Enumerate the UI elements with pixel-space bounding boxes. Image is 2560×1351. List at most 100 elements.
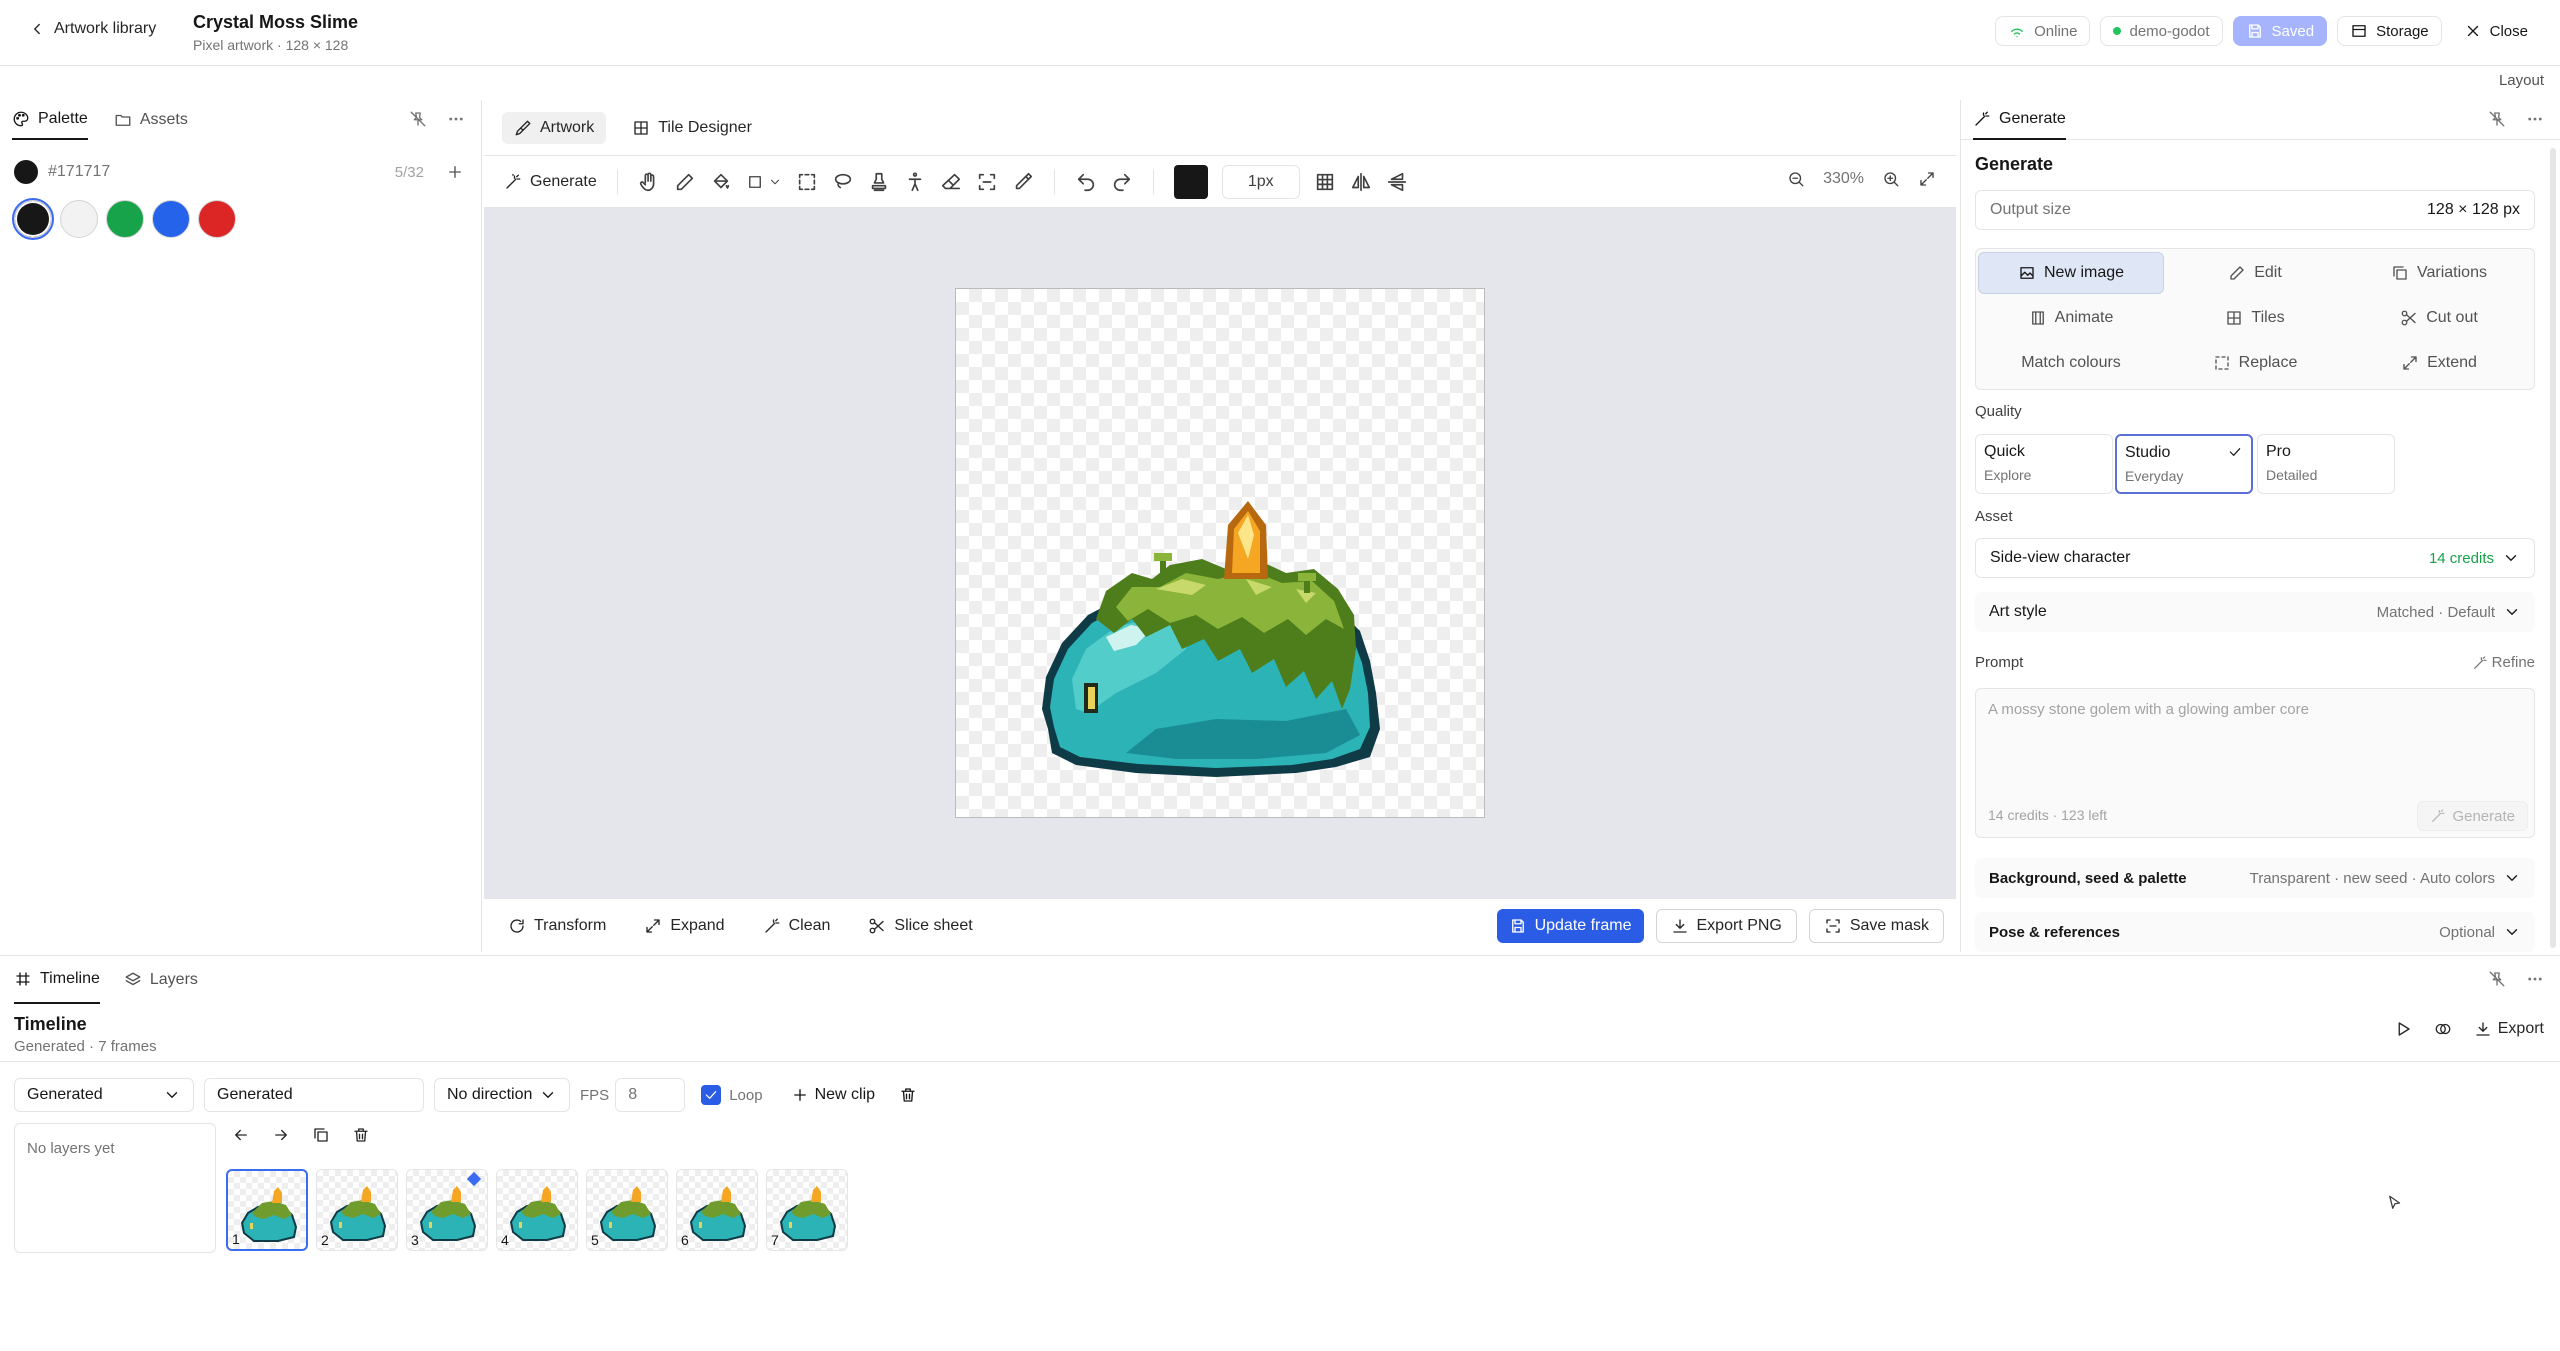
mode-animate[interactable]: Animate — [1978, 297, 2164, 339]
swatch-color[interactable] — [152, 200, 190, 238]
magic-wand-icon — [1975, 111, 1990, 126]
frame-thumbnail[interactable]: 4 — [496, 1169, 578, 1251]
arrow-left-icon[interactable] — [232, 1126, 250, 1144]
tab-tile-designer[interactable]: Tile Designer — [620, 112, 764, 144]
redo-icon[interactable] — [1111, 171, 1133, 193]
delete-clip-icon[interactable] — [899, 1086, 917, 1104]
prompt-input[interactable]: A mossy stone golem with a glowing amber… — [1988, 701, 2309, 718]
close-button[interactable]: Close — [2452, 16, 2540, 46]
clip-select[interactable]: Generated — [14, 1078, 194, 1112]
frame-thumbnail[interactable]: 3 — [406, 1169, 488, 1251]
brush-size-input[interactable]: 1px — [1221, 164, 1300, 199]
mode-match-colours[interactable]: Match colours — [1978, 342, 2164, 384]
export-png-button[interactable]: Export PNG — [1655, 909, 1797, 943]
mode-extend[interactable]: Extend — [2346, 342, 2532, 384]
swatch-color[interactable] — [106, 200, 144, 238]
mirror-icon[interactable] — [1350, 171, 1372, 193]
zoom-in-icon[interactable] — [1882, 170, 1900, 188]
tab-palette[interactable]: Palette — [12, 100, 88, 140]
mode-new-image[interactable]: New image — [1978, 252, 2164, 294]
layout-menu[interactable]: Layout — [2499, 72, 2544, 89]
mode-variations[interactable]: Variations — [2346, 252, 2532, 294]
current-color-swatch[interactable] — [14, 160, 38, 184]
back-to-library-button[interactable]: Artwork library — [28, 20, 156, 38]
marquee-select-icon[interactable] — [796, 171, 818, 193]
mode-replace[interactable]: Replace — [2162, 342, 2348, 384]
panel-scrollbar[interactable] — [2550, 148, 2556, 948]
generate-submit-button[interactable]: Generate — [2417, 801, 2528, 831]
mode-edit[interactable]: Edit — [2162, 252, 2348, 294]
arrow-right-icon[interactable] — [272, 1126, 290, 1144]
eraser-icon[interactable] — [940, 171, 962, 193]
eyedropper-icon[interactable] — [1012, 171, 1034, 193]
more-icon[interactable] — [2526, 970, 2544, 988]
art-style-select[interactable]: Art style Matched · Default — [1975, 592, 2535, 632]
zoom-out-icon[interactable] — [1787, 170, 1805, 188]
flip-vertical-icon[interactable] — [1386, 171, 1408, 193]
undo-icon[interactable] — [1075, 171, 1097, 193]
swatch-color[interactable] — [198, 200, 236, 238]
duplicate-frame-icon[interactable] — [312, 1126, 330, 1144]
save-mask-button[interactable]: Save mask — [1808, 909, 1944, 943]
tab-generate[interactable]: Generate — [1973, 100, 2066, 140]
fullscreen-icon[interactable] — [1918, 170, 1936, 188]
output-size-field[interactable]: Output size 128 × 128 px — [1975, 190, 2535, 230]
background-seed-palette-section[interactable]: Background, seed & palette Transparent ·… — [1975, 858, 2535, 898]
quality-studio-option[interactable]: Studio Everyday — [2115, 434, 2253, 494]
pixel-grid-icon[interactable] — [1314, 171, 1336, 193]
unpin-icon[interactable] — [2488, 110, 2506, 128]
unpin-icon[interactable] — [2488, 970, 2506, 988]
saved-button[interactable]: Saved — [2232, 16, 2328, 46]
pose-references-section[interactable]: Pose & references Optional — [1975, 912, 2535, 952]
generate-tool-button[interactable]: Generate — [504, 173, 597, 191]
quality-quick-option[interactable]: Quick Explore — [1975, 434, 2113, 494]
frame-thumbnail[interactable]: 5 — [586, 1169, 668, 1251]
timeline-export-button[interactable]: Export — [2474, 1020, 2544, 1038]
crop-select-icon[interactable] — [976, 171, 998, 193]
loop-checkbox[interactable] — [701, 1085, 722, 1105]
swatch-color[interactable] — [12, 198, 54, 240]
clean-button[interactable]: Clean — [763, 917, 830, 935]
quality-pro-option[interactable]: Pro Detailed — [2257, 434, 2395, 494]
pose-icon[interactable] — [904, 171, 926, 193]
frame-thumbnail[interactable]: 6 — [676, 1169, 758, 1251]
swatch-color[interactable] — [60, 200, 98, 238]
tab-timeline[interactable]: Timeline — [14, 956, 100, 1004]
more-icon[interactable] — [447, 110, 465, 128]
stamp-icon[interactable] — [868, 171, 890, 193]
update-frame-button[interactable]: Update frame — [1496, 909, 1644, 943]
tab-artwork[interactable]: Artwork — [502, 111, 607, 144]
frame-thumbnail[interactable]: 1 — [226, 1169, 308, 1251]
fill-bucket-icon[interactable] — [710, 171, 732, 193]
loop-toggle[interactable]: Loop — [701, 1085, 763, 1105]
clip-name-input[interactable]: Generated — [204, 1078, 424, 1112]
unpin-icon[interactable] — [409, 110, 427, 128]
new-clip-button[interactable]: New clip — [791, 1086, 875, 1104]
onion-skin-icon[interactable] — [2434, 1020, 2452, 1038]
transform-button[interactable]: Transform — [508, 917, 606, 935]
hand-icon[interactable] — [638, 171, 660, 193]
direction-select[interactable]: No direction — [434, 1078, 570, 1112]
refine-button[interactable]: Refine — [2472, 654, 2535, 671]
add-color-icon[interactable] — [446, 163, 464, 181]
lasso-icon[interactable] — [832, 171, 854, 193]
delete-frame-icon[interactable] — [352, 1126, 370, 1144]
tab-assets[interactable]: Assets — [114, 111, 188, 129]
active-color-picker[interactable] — [1173, 164, 1208, 199]
frame-thumbnail[interactable]: 2 — [316, 1169, 398, 1251]
more-icon[interactable] — [2526, 110, 2544, 128]
fps-input[interactable]: 8 — [615, 1078, 686, 1112]
slice-sheet-button[interactable]: Slice sheet — [868, 917, 973, 935]
pixel-canvas[interactable] — [955, 288, 1485, 818]
frame-thumbnail[interactable]: 7 — [766, 1169, 848, 1251]
canvas-area[interactable] — [484, 208, 1956, 898]
expand-button[interactable]: Expand — [644, 917, 725, 935]
mode-tiles[interactable]: Tiles — [2162, 297, 2348, 339]
pencil-icon[interactable] — [674, 171, 696, 193]
mode-cut-out[interactable]: Cut out — [2346, 297, 2532, 339]
play-icon[interactable] — [2394, 1020, 2412, 1038]
storage-button[interactable]: Storage — [2337, 16, 2442, 46]
tab-layers[interactable]: Layers — [124, 971, 198, 989]
shape-tool[interactable] — [746, 173, 782, 191]
asset-select[interactable]: Side-view character 14 credits — [1975, 538, 2535, 578]
